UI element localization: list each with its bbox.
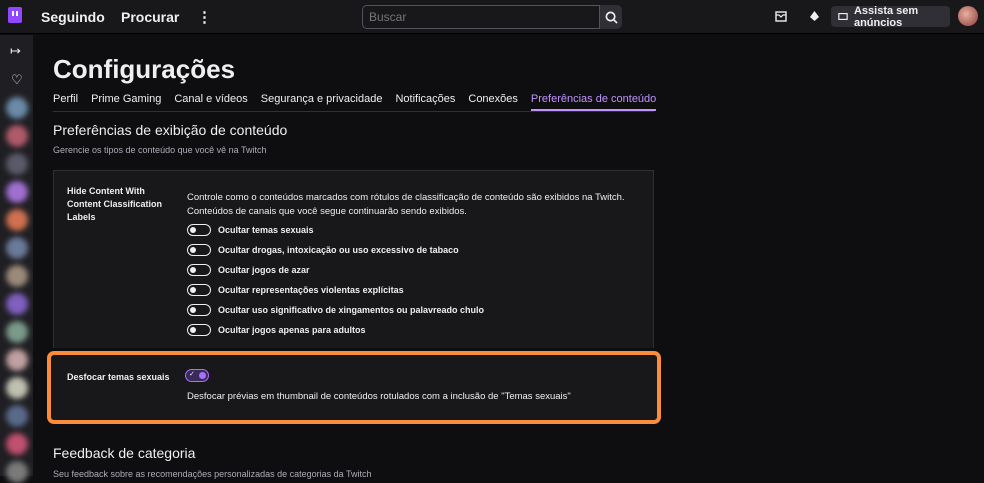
channel-avatar[interactable] bbox=[6, 461, 28, 483]
more-icon[interactable]: ⋮ bbox=[197, 8, 212, 26]
expand-sidebar-icon[interactable]: ↦ bbox=[10, 43, 21, 59]
channel-avatar[interactable] bbox=[6, 265, 28, 287]
toggle-sexual-themes[interactable]: Ocultar temas sexuais bbox=[187, 224, 314, 236]
ccl-card: Hide Content With Content Classification… bbox=[53, 170, 654, 348]
tab-profile[interactable]: Perfil bbox=[53, 93, 78, 111]
toggle-switch[interactable] bbox=[187, 264, 211, 276]
tab-content-preferences[interactable]: Preferências de conteúdo bbox=[530, 93, 657, 111]
toggle-drugs[interactable]: Ocultar drogas, intoxicação ou uso exces… bbox=[187, 244, 459, 256]
heart-icon[interactable]: ♡ bbox=[11, 72, 23, 88]
toggle-label: Ocultar jogos apenas para adultos bbox=[218, 325, 366, 335]
section-subtitle: Gerencie os tipos de conteúdo que você v… bbox=[53, 145, 267, 155]
toggle-switch[interactable] bbox=[187, 304, 211, 316]
search-input[interactable] bbox=[362, 5, 600, 29]
ad-free-label: Assista sem anúncios bbox=[853, 4, 919, 29]
tab-prime-gaming[interactable]: Prime Gaming bbox=[91, 93, 161, 111]
channel-avatar[interactable] bbox=[6, 377, 28, 399]
bits-icon[interactable] bbox=[809, 11, 820, 22]
toggle-violence[interactable]: Ocultar representações violentas explíci… bbox=[187, 284, 404, 296]
channel-avatar[interactable] bbox=[6, 181, 28, 203]
page-title: Configurações bbox=[53, 54, 236, 84]
search-icon bbox=[605, 11, 618, 24]
ccl-label: Hide Content With Content Classification… bbox=[67, 186, 163, 222]
feedback-title: Feedback de categoria bbox=[53, 445, 196, 461]
tab-security-privacy[interactable]: Segurança e privacidade bbox=[261, 93, 383, 111]
channel-avatar[interactable] bbox=[6, 209, 28, 231]
settings-tabs: Perfil Prime Gaming Canal e vídeos Segur… bbox=[53, 93, 657, 111]
tab-channel-videos[interactable]: Canal e vídeos bbox=[174, 93, 247, 111]
ad-free-button[interactable]: Assista sem anúncios bbox=[831, 4, 950, 29]
search-button[interactable] bbox=[600, 5, 622, 29]
toggle-label: Ocultar representações violentas explíci… bbox=[218, 285, 404, 295]
tab-connections[interactable]: Conexões bbox=[468, 93, 518, 111]
channel-avatar[interactable] bbox=[6, 237, 28, 259]
toggle-label: Ocultar uso significativo de xingamentos… bbox=[218, 305, 485, 315]
ad-icon bbox=[838, 13, 848, 20]
tab-divider bbox=[53, 111, 654, 112]
toggle-gambling[interactable]: Ocultar jogos de azar bbox=[187, 264, 310, 276]
ccl-description: Controle como o conteúdos marcados com r… bbox=[187, 192, 625, 217]
channel-avatar[interactable] bbox=[6, 293, 28, 315]
section-title: Preferências de exibição de conteúdo bbox=[53, 122, 288, 138]
nav-browse[interactable]: Procurar bbox=[121, 9, 179, 25]
blur-label: Desfocar temas sexuais bbox=[67, 372, 170, 382]
toggle-label: Ocultar jogos de azar bbox=[218, 265, 310, 275]
channel-avatar[interactable] bbox=[6, 125, 28, 147]
feedback-subtitle: Seu feedback sobre as recomendações pers… bbox=[53, 469, 372, 479]
channel-avatar[interactable] bbox=[6, 97, 28, 119]
blur-toggle[interactable]: ✓ bbox=[185, 369, 209, 382]
toggle-switch[interactable] bbox=[187, 284, 211, 296]
toggle-switch[interactable] bbox=[187, 324, 211, 336]
toggle-switch[interactable] bbox=[187, 244, 211, 256]
tab-notifications[interactable]: Notificações bbox=[395, 93, 455, 111]
channel-avatar[interactable] bbox=[6, 153, 28, 175]
nav-following[interactable]: Seguindo bbox=[41, 9, 105, 25]
check-icon: ✓ bbox=[189, 371, 195, 378]
channel-avatar[interactable] bbox=[6, 321, 28, 343]
user-avatar[interactable] bbox=[958, 6, 978, 26]
blur-setting-highlight: Desfocar temas sexuais ✓ Desfocar prévia… bbox=[47, 351, 661, 424]
toggle-mature-games[interactable]: Ocultar jogos apenas para adultos bbox=[187, 324, 366, 336]
channel-avatar[interactable] bbox=[6, 433, 28, 455]
toggle-profanity[interactable]: Ocultar uso significativo de xingamentos… bbox=[187, 304, 484, 316]
side-nav: ↦ ♡ bbox=[0, 35, 33, 483]
inbox-icon[interactable] bbox=[775, 11, 787, 22]
toggle-label: Ocultar temas sexuais bbox=[218, 225, 314, 235]
blur-description: Desfocar prévias em thumbnail de conteúd… bbox=[187, 391, 571, 402]
channel-avatar[interactable] bbox=[6, 349, 28, 371]
toggle-label: Ocultar drogas, intoxicação ou uso exces… bbox=[218, 245, 459, 255]
toggle-switch[interactable] bbox=[187, 224, 211, 236]
twitch-logo[interactable] bbox=[8, 7, 22, 23]
channel-avatar[interactable] bbox=[6, 405, 28, 427]
top-bar: Seguindo Procurar ⋮ Assista sem anúncios bbox=[0, 0, 984, 34]
